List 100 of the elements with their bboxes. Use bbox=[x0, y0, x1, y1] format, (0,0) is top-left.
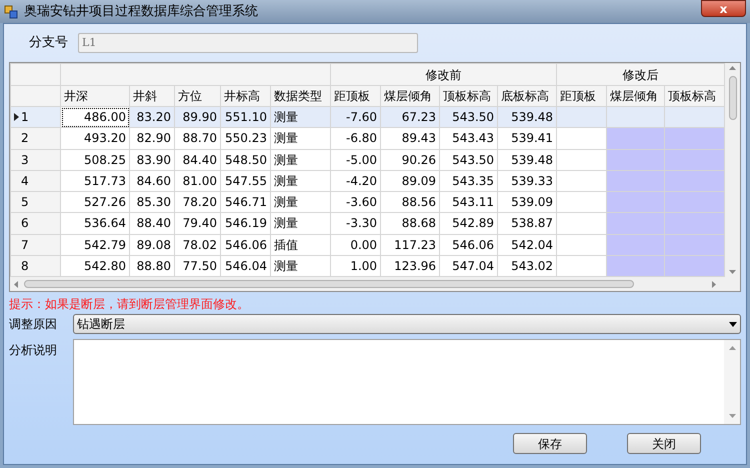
table-cell: 542.79 bbox=[60, 234, 130, 256]
scroll-thumb[interactable] bbox=[24, 280, 634, 288]
table-cell: 测量 bbox=[270, 149, 331, 170]
table-cell: 539.41 bbox=[498, 128, 557, 149]
row-header[interactable]: 8 bbox=[10, 255, 60, 276]
table-cell: 84.40 bbox=[174, 149, 220, 170]
table-cell: 538.87 bbox=[498, 212, 557, 234]
table-cell: 89.90 bbox=[174, 106, 220, 128]
table-cell: 539.09 bbox=[498, 192, 557, 213]
table-cell: 88.70 bbox=[174, 128, 220, 149]
dialog-button[interactable]: 保存 bbox=[513, 433, 587, 454]
table-cell: 536.64 bbox=[60, 212, 130, 234]
branch-label: 分支号 bbox=[29, 34, 68, 52]
table-cell: 88.68 bbox=[380, 212, 440, 234]
table-cell: 83.90 bbox=[130, 149, 174, 170]
table-cell: 543.50 bbox=[440, 149, 498, 170]
table-cell: 548.50 bbox=[220, 149, 270, 170]
table-cell: 0.00 bbox=[330, 234, 381, 256]
row-header[interactable]: 3 bbox=[10, 149, 60, 170]
table-cell: 78.02 bbox=[174, 234, 220, 256]
table-cell: 82.90 bbox=[130, 128, 174, 149]
table-cell: 543.11 bbox=[440, 192, 498, 213]
scroll-up-icon[interactable] bbox=[728, 346, 736, 350]
analysis-field[interactable] bbox=[73, 339, 741, 425]
column-header[interactable]: 方位 bbox=[174, 86, 220, 106]
table-cell: 测量 bbox=[270, 192, 331, 213]
table-cell: 1.00 bbox=[330, 255, 381, 276]
table-cell: 84.60 bbox=[130, 170, 174, 192]
table-cell: 测量 bbox=[270, 255, 331, 276]
reason-label: 调整原因 bbox=[9, 316, 58, 333]
table-cell: 插值 bbox=[270, 234, 331, 256]
column-header[interactable]: 井斜 bbox=[130, 86, 174, 106]
scroll-down-icon[interactable] bbox=[728, 414, 736, 418]
table-cell: 543.43 bbox=[440, 128, 498, 149]
window-title: 奥瑞安钻井项目过程数据库综合管理系统 bbox=[24, 2, 258, 21]
table-cell: 546.06 bbox=[220, 234, 270, 256]
dialog-button[interactable]: 关闭 bbox=[627, 433, 701, 454]
column-header[interactable]: 数据类型 bbox=[270, 86, 331, 106]
close-button[interactable]: x bbox=[701, 0, 746, 17]
table-cell: 123.96 bbox=[380, 255, 440, 276]
table-cell: 83.20 bbox=[130, 106, 174, 128]
reason-dropdown[interactable]: 钻遇断层 bbox=[73, 314, 741, 334]
column-header[interactable]: 距顶板 bbox=[556, 86, 607, 106]
table-cell: 539.48 bbox=[498, 149, 557, 170]
table-cell: 542.89 bbox=[440, 212, 498, 234]
row-header[interactable]: 1 bbox=[10, 106, 60, 128]
table-cell: 79.40 bbox=[174, 212, 220, 234]
column-header[interactable]: 底板标高 bbox=[498, 86, 557, 106]
table-cell: 551.10 bbox=[220, 106, 270, 128]
table-cell: 88.40 bbox=[130, 212, 174, 234]
row-header[interactable]: 4 bbox=[10, 170, 60, 192]
column-header[interactable]: 井深 bbox=[60, 86, 130, 106]
table-cell: -5.00 bbox=[330, 149, 381, 170]
row-header[interactable]: 5 bbox=[10, 192, 60, 213]
table-cell: 89.08 bbox=[130, 234, 174, 256]
row-header[interactable]: 2 bbox=[10, 128, 60, 149]
row-number: 3 bbox=[21, 152, 29, 169]
table-cell: 539.48 bbox=[498, 106, 557, 128]
column-header[interactable]: 煤层倾角 bbox=[606, 86, 665, 106]
scroll-up-icon[interactable] bbox=[729, 66, 736, 70]
table-cell: 546.04 bbox=[220, 255, 270, 276]
row-number: 6 bbox=[21, 215, 29, 232]
branch-field[interactable]: L1 bbox=[78, 33, 418, 53]
table-cell: 539.33 bbox=[498, 170, 557, 192]
table-cell: 527.26 bbox=[60, 192, 130, 213]
column-header[interactable]: 顶板标高 bbox=[440, 86, 498, 106]
table-cell: 543.50 bbox=[440, 106, 498, 128]
row-number: 4 bbox=[21, 172, 29, 190]
current-row-icon bbox=[14, 113, 19, 122]
vertical-scrollbar[interactable] bbox=[725, 63, 740, 277]
table-cell: 486.00 bbox=[60, 106, 130, 128]
table-cell: -7.60 bbox=[330, 106, 381, 128]
column-header[interactable]: 井标高 bbox=[220, 86, 270, 106]
horizontal-scrollbar[interactable] bbox=[10, 277, 740, 291]
table-cell: -4.20 bbox=[330, 170, 381, 192]
scroll-left-icon[interactable] bbox=[14, 280, 18, 288]
table-cell: 77.50 bbox=[174, 255, 220, 276]
table-cell: 90.26 bbox=[380, 149, 440, 170]
scroll-right-icon[interactable] bbox=[712, 280, 716, 288]
row-header[interactable]: 7 bbox=[10, 234, 60, 256]
table-cell: 517.73 bbox=[60, 170, 130, 192]
column-header[interactable]: 顶板标高 bbox=[664, 86, 725, 106]
table-cell: 88.80 bbox=[130, 255, 174, 276]
scroll-down-icon[interactable] bbox=[729, 270, 736, 274]
table-cell: 550.23 bbox=[220, 128, 270, 149]
hint-text: 提示：如果是断层，请到断层管理界面修改。 bbox=[9, 296, 250, 313]
table-cell: -3.60 bbox=[330, 192, 381, 213]
table-cell: 89.43 bbox=[380, 128, 440, 149]
table-cell: 542.04 bbox=[498, 234, 557, 256]
column-header[interactable]: 距顶板 bbox=[330, 86, 381, 106]
row-number: 5 bbox=[21, 194, 29, 212]
table-cell: -6.80 bbox=[330, 128, 381, 149]
row-header[interactable]: 6 bbox=[10, 212, 60, 234]
scroll-thumb[interactable] bbox=[728, 76, 737, 120]
table-cell: 542.80 bbox=[60, 255, 130, 276]
table-cell: 546.19 bbox=[220, 212, 270, 234]
table-cell: 78.20 bbox=[174, 192, 220, 213]
row-number: 7 bbox=[21, 236, 29, 254]
table-cell: 547.55 bbox=[220, 170, 270, 192]
column-header[interactable]: 煤层倾角 bbox=[380, 86, 440, 106]
